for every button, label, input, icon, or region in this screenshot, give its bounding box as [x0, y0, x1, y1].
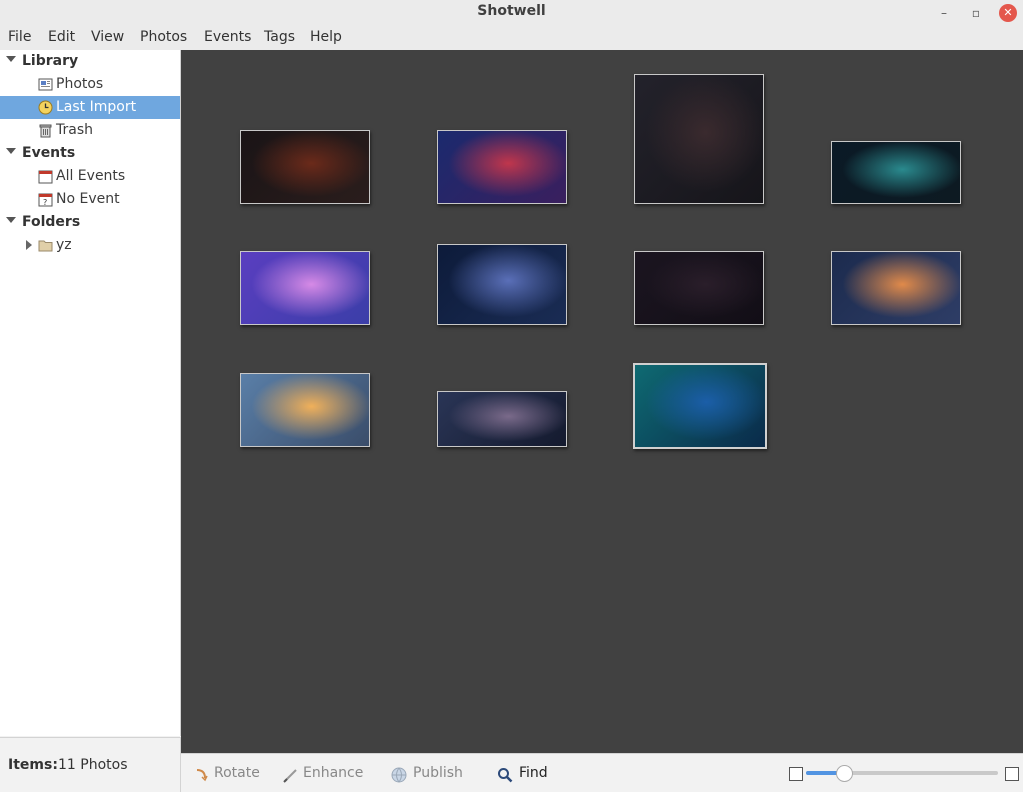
folder-icon: [38, 240, 53, 252]
menu-view[interactable]: View: [91, 29, 124, 45]
enhance-button[interactable]: Enhance: [303, 765, 363, 781]
photos-icon: [38, 78, 53, 91]
sidebar-item-folder-yz[interactable]: yz: [0, 234, 180, 257]
photo-thumbnail[interactable]: [240, 130, 370, 204]
calendar-question-icon: ?: [38, 193, 53, 207]
close-button[interactable]: ✕: [999, 4, 1017, 22]
trash-icon: [39, 124, 52, 138]
sidebar-item-label: yz: [56, 237, 72, 253]
sidebar-header-folders[interactable]: Folders: [0, 211, 180, 234]
photo-thumbnail-selected[interactable]: [633, 363, 767, 449]
photo-thumbnail[interactable]: [437, 244, 567, 325]
photo-thumbnail[interactable]: [437, 130, 567, 204]
menu-help[interactable]: Help: [310, 29, 342, 45]
publish-button[interactable]: Publish: [413, 765, 463, 781]
sidebar-header-library[interactable]: Library: [0, 50, 180, 73]
find-button[interactable]: Find: [519, 765, 548, 781]
rotate-icon: [196, 769, 208, 782]
photo-thumbnail[interactable]: [634, 74, 764, 204]
globe-icon: [391, 767, 407, 783]
expander-down-icon[interactable]: [6, 148, 16, 154]
maximize-button[interactable]: ▫: [967, 4, 985, 22]
menu-events[interactable]: Events: [204, 29, 251, 45]
folders-header-label: Folders: [22, 214, 81, 230]
enhance-icon: [283, 769, 297, 783]
photo-thumbnail[interactable]: [240, 251, 370, 325]
photo-thumbnail[interactable]: [831, 251, 961, 325]
clock-icon: [38, 100, 53, 115]
rotate-button[interactable]: Rotate: [214, 765, 260, 781]
zoom-slider-handle[interactable]: [836, 765, 854, 782]
sidebar-item-all-events[interactable]: All Events: [0, 165, 180, 188]
sidebar-header-events[interactable]: Events: [0, 142, 180, 165]
status-area: Items: 11 Photos: [0, 737, 181, 792]
zoom-slider[interactable]: [806, 765, 998, 782]
menu-tags[interactable]: Tags: [264, 29, 295, 45]
expander-down-icon[interactable]: [6, 56, 16, 62]
photo-thumbnail[interactable]: [240, 373, 370, 447]
sidebar: Library Photos Last Import Trash Events: [0, 50, 181, 736]
menu-file[interactable]: File: [8, 29, 31, 45]
photo-thumbnail[interactable]: [634, 251, 764, 325]
events-header-label: Events: [22, 145, 76, 161]
window-title: Shotwell: [477, 3, 546, 19]
items-count: 11 Photos: [58, 757, 128, 773]
sidebar-item-label: Trash: [56, 122, 93, 138]
sidebar-item-no-event[interactable]: ? No Event: [0, 188, 180, 211]
menu-photos[interactable]: Photos: [140, 29, 187, 45]
expander-down-icon[interactable]: [6, 217, 16, 223]
minimize-button[interactable]: –: [935, 4, 953, 22]
sidebar-item-trash[interactable]: Trash: [0, 119, 180, 142]
svg-text:?: ?: [43, 198, 47, 207]
sidebar-item-last-import[interactable]: Last Import: [0, 96, 180, 119]
calendar-icon: [38, 170, 53, 184]
sidebar-item-label: No Event: [56, 191, 120, 207]
zoom-out-icon[interactable]: [789, 767, 803, 781]
title-bar: Shotwell – ▫ ✕: [0, 0, 1023, 26]
search-icon: [498, 768, 513, 783]
items-label: Items:: [8, 757, 58, 773]
sidebar-item-label: Last Import: [56, 99, 137, 115]
menu-edit[interactable]: Edit: [48, 29, 75, 45]
menu-bar: File Edit View Photos Events Tags Help: [0, 26, 1023, 50]
library-header-label: Library: [22, 53, 79, 69]
photo-viewer[interactable]: [181, 50, 1023, 753]
expander-right-icon[interactable]: [26, 240, 32, 250]
bottom-toolbar: Rotate Enhance Publish Find: [181, 753, 1023, 792]
photo-thumbnail[interactable]: [831, 141, 961, 204]
photo-thumbnail[interactable]: [437, 391, 567, 447]
sidebar-item-label: Photos: [56, 76, 104, 92]
sidebar-item-photos[interactable]: Photos: [0, 73, 180, 96]
sidebar-item-label: All Events: [56, 168, 126, 184]
zoom-in-icon[interactable]: [1005, 767, 1019, 781]
